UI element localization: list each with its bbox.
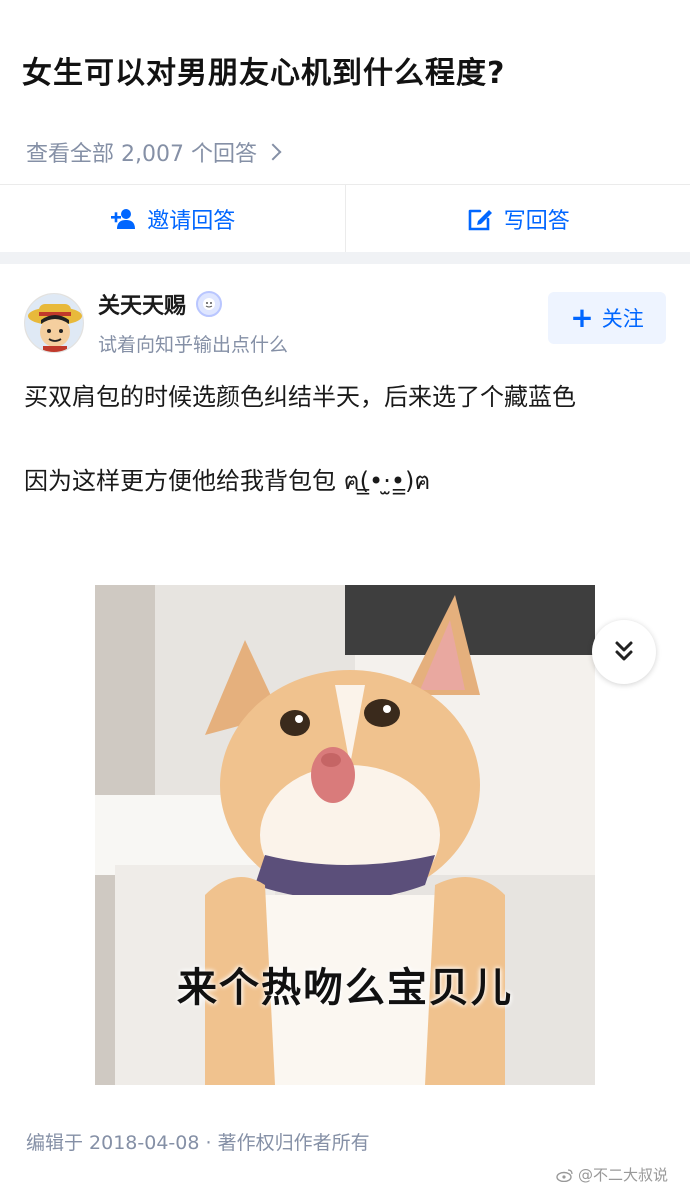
answer-action-bar: 邀请回答 写回答 — [0, 184, 690, 252]
add-user-icon — [111, 208, 136, 229]
watermark-text: @不二大叔说 — [578, 1166, 669, 1184]
edit-icon — [468, 209, 492, 230]
collapse-button[interactable] — [592, 620, 656, 684]
follow-label: 关注 — [601, 307, 644, 331]
invite-answer-button[interactable]: 邀请回答 — [0, 185, 345, 252]
section-divider — [0, 252, 690, 264]
plus-icon: + — [570, 301, 594, 334]
question-title: 女生可以对男朋友心机到什么程度? — [22, 56, 506, 91]
double-chevron-down-icon — [615, 641, 633, 661]
author-header: 关天天赐 试着向知乎输出点什么 — [24, 288, 288, 357]
image-caption: 来个热吻么宝贝儿 — [177, 965, 513, 1011]
answer-content: 买双肩包的时候选颜色纠结半天，后来选了个藏蓝色 因为这样更方便他给我背包包 ฅ(… — [24, 376, 664, 502]
weibo-icon — [556, 1168, 573, 1182]
author-bio: 试着向知乎输出点什么 — [98, 334, 289, 356]
answer-meta: 编辑于 2018-04-08 · 著作权归作者所有 — [26, 1132, 370, 1154]
write-answer-label: 写回答 — [503, 208, 570, 234]
answer-paragraph: 买双肩包的时候选颜色纠结半天，后来选了个藏蓝色 — [24, 383, 576, 411]
answer-image[interactable]: 来个热吻么宝贝儿 — [95, 585, 595, 1085]
view-all-answers-label: 查看全部 2,007 个回答 — [26, 142, 257, 167]
answer-paragraph: 因为这样更方便他给我背包包 ฅ(̳•·̫•̳)ฅ — [24, 467, 431, 495]
author-name[interactable]: 关天天赐 — [98, 288, 186, 320]
watermark: @不二大叔说 — [556, 1164, 668, 1185]
invite-answer-label: 邀请回答 — [147, 208, 236, 234]
write-answer-button[interactable]: 写回答 — [344, 185, 690, 252]
avatar[interactable] — [24, 292, 84, 353]
view-all-answers-link[interactable]: 查看全部 2,007 个回答 — [26, 136, 282, 168]
follow-button[interactable]: + 关注 — [548, 292, 666, 344]
chevron-right-icon — [264, 143, 282, 161]
user-badge-icon — [196, 291, 223, 317]
